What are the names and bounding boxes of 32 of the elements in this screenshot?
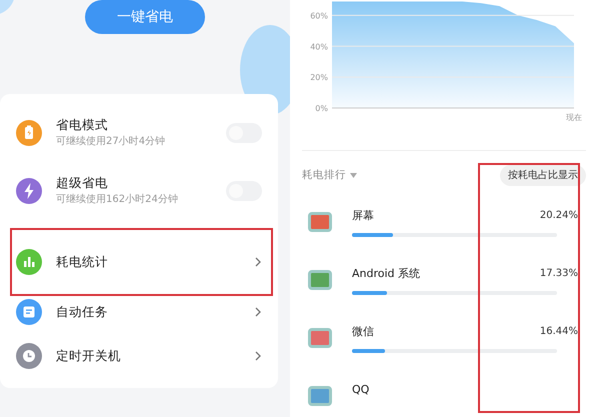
setting-title: 超级省电 — [56, 175, 109, 192]
setting-subtitle: 可继续使用162小时24分钟 — [56, 192, 178, 207]
axis-label: 20% — [310, 73, 328, 82]
setting-subtitle: 可继续使用27小时4分钟 — [56, 134, 166, 149]
app-usage-row[interactable]: Android 系统 17.33% — [300, 266, 600, 324]
axis-label: 现在 — [566, 113, 582, 122]
caret-icon — [350, 173, 357, 178]
ranking-title[interactable]: 耗电排行 — [302, 168, 346, 184]
usage-percent: 17.33% — [540, 267, 578, 281]
app-name: Android 系统 — [352, 266, 420, 282]
usage-percent: 16.44% — [540, 325, 578, 339]
menu-item[interactable]: 定时开关机 — [0, 334, 278, 378]
app-usage-row[interactable]: 屏幕 20.24% — [300, 208, 600, 266]
app-usage-row[interactable]: QQ — [300, 382, 600, 417]
app-name: 屏幕 — [352, 208, 374, 224]
setting-title: 耗电统计 — [56, 254, 108, 270]
axis-label: 60% — [310, 11, 328, 20]
setting-title: 自动任务 — [56, 304, 108, 320]
axis-label: 40% — [310, 42, 328, 52]
app-name: QQ — [352, 382, 370, 398]
menu-item[interactable]: 耗电统计 — [0, 234, 278, 290]
setting-title: 定时开关机 — [56, 348, 121, 364]
sort-toggle-button[interactable]: 按耗电占比显示 — [500, 165, 586, 186]
app-name: 微信 — [352, 324, 374, 340]
chevron-right-icon — [254, 257, 262, 267]
chevron-right-icon — [254, 351, 262, 361]
menu-item[interactable]: 自动任务 — [0, 290, 278, 334]
chevron-right-icon — [254, 307, 262, 317]
app-usage-row[interactable]: 微信 16.44% — [300, 324, 600, 382]
axis-label: 0% — [315, 104, 328, 113]
usage-percent: 20.24% — [540, 209, 578, 223]
setting-title: 省电模式 — [56, 117, 109, 134]
